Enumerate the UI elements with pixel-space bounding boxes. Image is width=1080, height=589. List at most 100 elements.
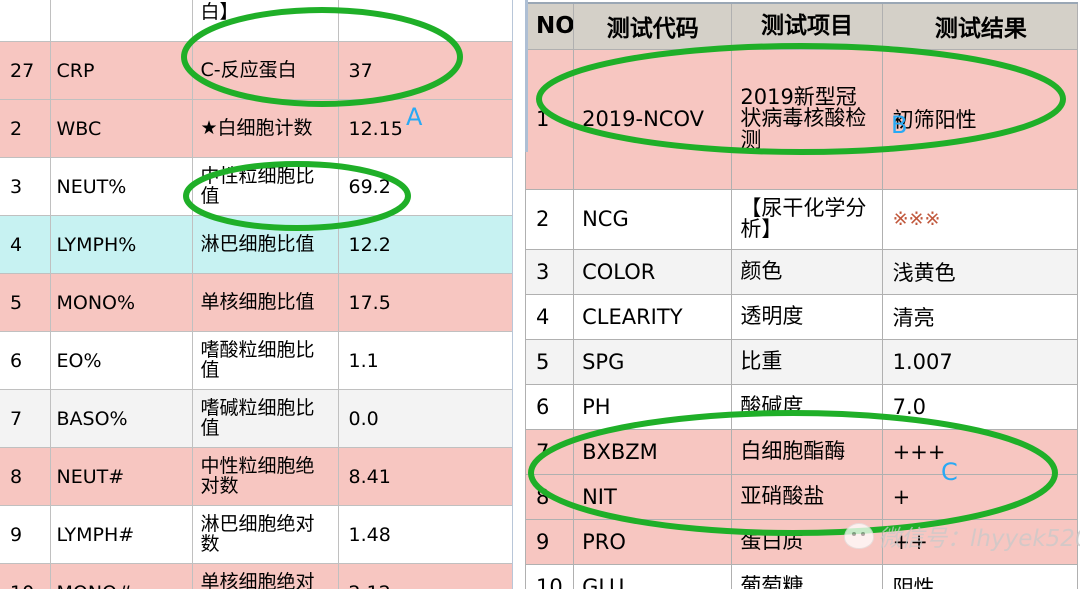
row-item: 颜色 (731, 248, 883, 295)
table-row[interactable]: 3 COLOR 颜色 浅黄色 (525, 248, 1079, 295)
row-name: C-反应蛋白 (192, 41, 339, 100)
row-no: 4 (0, 215, 51, 274)
table-row[interactable]: 4 CLEARITY 透明度 清亮 (525, 293, 1079, 340)
row-no: 2 (0, 99, 51, 158)
col-header-result[interactable]: 测试结果 (881, 2, 1079, 50)
col-header-no[interactable]: NO (525, 2, 575, 50)
row-result: 初筛阳性 (881, 48, 1079, 190)
row-no: 27 (0, 41, 51, 100)
row-result: ++ (881, 518, 1079, 565)
row-value: 37 (338, 41, 512, 100)
table-row[interactable]: 7 BXBZM 白细胞酯酶 +++ (525, 428, 1079, 475)
row-code: CRP (50, 41, 193, 100)
row-item: 【尿干化学分析】 (731, 188, 883, 250)
test-results-table: NO 测试代码 测试项目 测试结果 1 2019-NCOV 2019新型冠状病毒… (525, 2, 1079, 589)
table-row[interactable]: 1 2019-NCOV 2019新型冠状病毒核酸检测 初筛阳性 (525, 48, 1079, 190)
row-no: 3 (525, 248, 575, 295)
row-item: 比重 (731, 338, 883, 385)
row-result: 1.007 (881, 338, 1079, 385)
row-value: 8.41 (338, 447, 512, 506)
row-no: 7 (0, 389, 51, 448)
row-value: 17.5 (338, 273, 512, 332)
row-item: 葡萄糖 (731, 563, 883, 589)
row-code: BASO% (50, 389, 193, 448)
table-row[interactable]: 27 CRP C-反应蛋白 37 (0, 41, 512, 100)
blood-test-table-body: 白】 27 CRP C-反应蛋白 37 2 WBC ★白细胞计数 12.15 3 (0, 0, 512, 589)
row-no: 5 (0, 273, 51, 332)
row-result: + (881, 473, 1079, 520)
annotation-label-b: B (891, 111, 908, 139)
table-row[interactable]: 8 NEUT# 中性粒细胞绝对数 8.41 (0, 447, 512, 506)
row-name: 淋巴细胞绝对数 (192, 505, 339, 564)
table-row[interactable]: 2 WBC ★白细胞计数 12.15 (0, 99, 512, 158)
row-no: 10 (0, 563, 51, 589)
annotation-label-c: C (941, 458, 958, 486)
row-no: 10 (525, 563, 575, 589)
table-row[interactable]: 3 NEUT% 中性粒细胞比值 69.2 (0, 157, 512, 216)
covid-urine-right-panel[interactable]: NO 测试代码 测试项目 测试结果 1 2019-NCOV 2019新型冠状病毒… (525, 0, 1080, 589)
table-row[interactable]: 10 MONO# 单核细胞绝对数 2.12 (0, 563, 512, 589)
row-code: 2019-NCOV (573, 48, 733, 190)
test-results-table-head: NO 测试代码 测试项目 测试结果 (525, 2, 1079, 50)
row-item: 透明度 (731, 293, 883, 340)
row-value (338, 0, 512, 42)
row-result: 阴性 (881, 563, 1079, 589)
row-no: 6 (0, 331, 51, 390)
row-code: BXBZM (573, 428, 733, 475)
row-code: PRO (573, 518, 733, 565)
row-no: 8 (525, 473, 575, 520)
lab-results-left-panel[interactable]: 白】 27 CRP C-反应蛋白 37 2 WBC ★白细胞计数 12.15 3 (0, 0, 513, 589)
row-result: 清亮 (881, 293, 1079, 340)
row-no: 9 (0, 505, 51, 564)
table-row[interactable]: 6 EO% 嗜酸粒细胞比值 1.1 (0, 331, 512, 390)
blood-test-table: 白】 27 CRP C-反应蛋白 37 2 WBC ★白细胞计数 12.15 3 (0, 0, 512, 589)
table-row[interactable]: 6 PH 酸碱度 7.0 (525, 383, 1079, 430)
row-item: 2019新型冠状病毒核酸检测 (731, 48, 883, 190)
row-name: 嗜碱粒细胞比值 (192, 389, 339, 448)
row-code: NEUT% (50, 157, 193, 216)
row-no: 7 (525, 428, 575, 475)
row-item: 酸碱度 (731, 383, 883, 430)
table-row[interactable]: 5 SPG 比重 1.007 (525, 338, 1079, 385)
row-code: GLU (573, 563, 733, 589)
row-code: NEUT# (50, 447, 193, 506)
row-code: EO% (50, 331, 193, 390)
row-value: 12.2 (338, 215, 512, 274)
row-item: 白细胞酯酶 (731, 428, 883, 475)
row-result: +++ (881, 428, 1079, 475)
row-no: 2 (525, 188, 575, 250)
row-value: 69.2 (338, 157, 512, 216)
table-row[interactable]: 9 PRO 蛋白质 ++ (525, 518, 1079, 565)
row-value: 1.1 (338, 331, 512, 390)
screenshot-root: 白】 27 CRP C-反应蛋白 37 2 WBC ★白细胞计数 12.15 3 (0, 0, 1080, 589)
row-name: 白】 (192, 0, 339, 42)
row-no: 1 (525, 48, 575, 190)
table-row[interactable]: 白】 (0, 0, 512, 42)
row-result: 7.0 (881, 383, 1079, 430)
row-code: NCG (573, 188, 733, 250)
row-code (50, 0, 193, 42)
test-results-table-body: 1 2019-NCOV 2019新型冠状病毒核酸检测 初筛阳性 2 NCG 【尿… (525, 48, 1079, 589)
row-no: 6 (525, 383, 575, 430)
row-name: 嗜酸粒细胞比值 (192, 331, 339, 390)
row-code: COLOR (573, 248, 733, 295)
row-code: CLEARITY (573, 293, 733, 340)
table-row[interactable]: 9 LYMPH# 淋巴细胞绝对数 1.48 (0, 505, 512, 564)
table-row-selected[interactable]: 4 LYMPH% 淋巴细胞比值 12.2 (0, 215, 512, 274)
table-row[interactable]: 5 MONO% 单核细胞比值 17.5 (0, 273, 512, 332)
row-value: 0.0 (338, 389, 512, 448)
row-item: 蛋白质 (731, 518, 883, 565)
col-header-item[interactable]: 测试项目 (731, 2, 883, 50)
annotation-label-a: A (406, 103, 423, 131)
row-name: 淋巴细胞比值 (192, 215, 339, 274)
row-code: PH (573, 383, 733, 430)
table-row[interactable]: 2 NCG 【尿干化学分析】 ※※※ (525, 188, 1079, 250)
row-name: 中性粒细胞绝对数 (192, 447, 339, 506)
row-no: 3 (0, 157, 51, 216)
row-result: ※※※ (881, 188, 1079, 250)
table-row[interactable]: 7 BASO% 嗜碱粒细胞比值 0.0 (0, 389, 512, 448)
row-no: 9 (525, 518, 575, 565)
table-row[interactable]: 8 NIT 亚硝酸盐 + (525, 473, 1079, 520)
table-row[interactable]: 10 GLU 葡萄糖 阴性 (525, 563, 1079, 589)
col-header-code[interactable]: 测试代码 (573, 2, 733, 50)
